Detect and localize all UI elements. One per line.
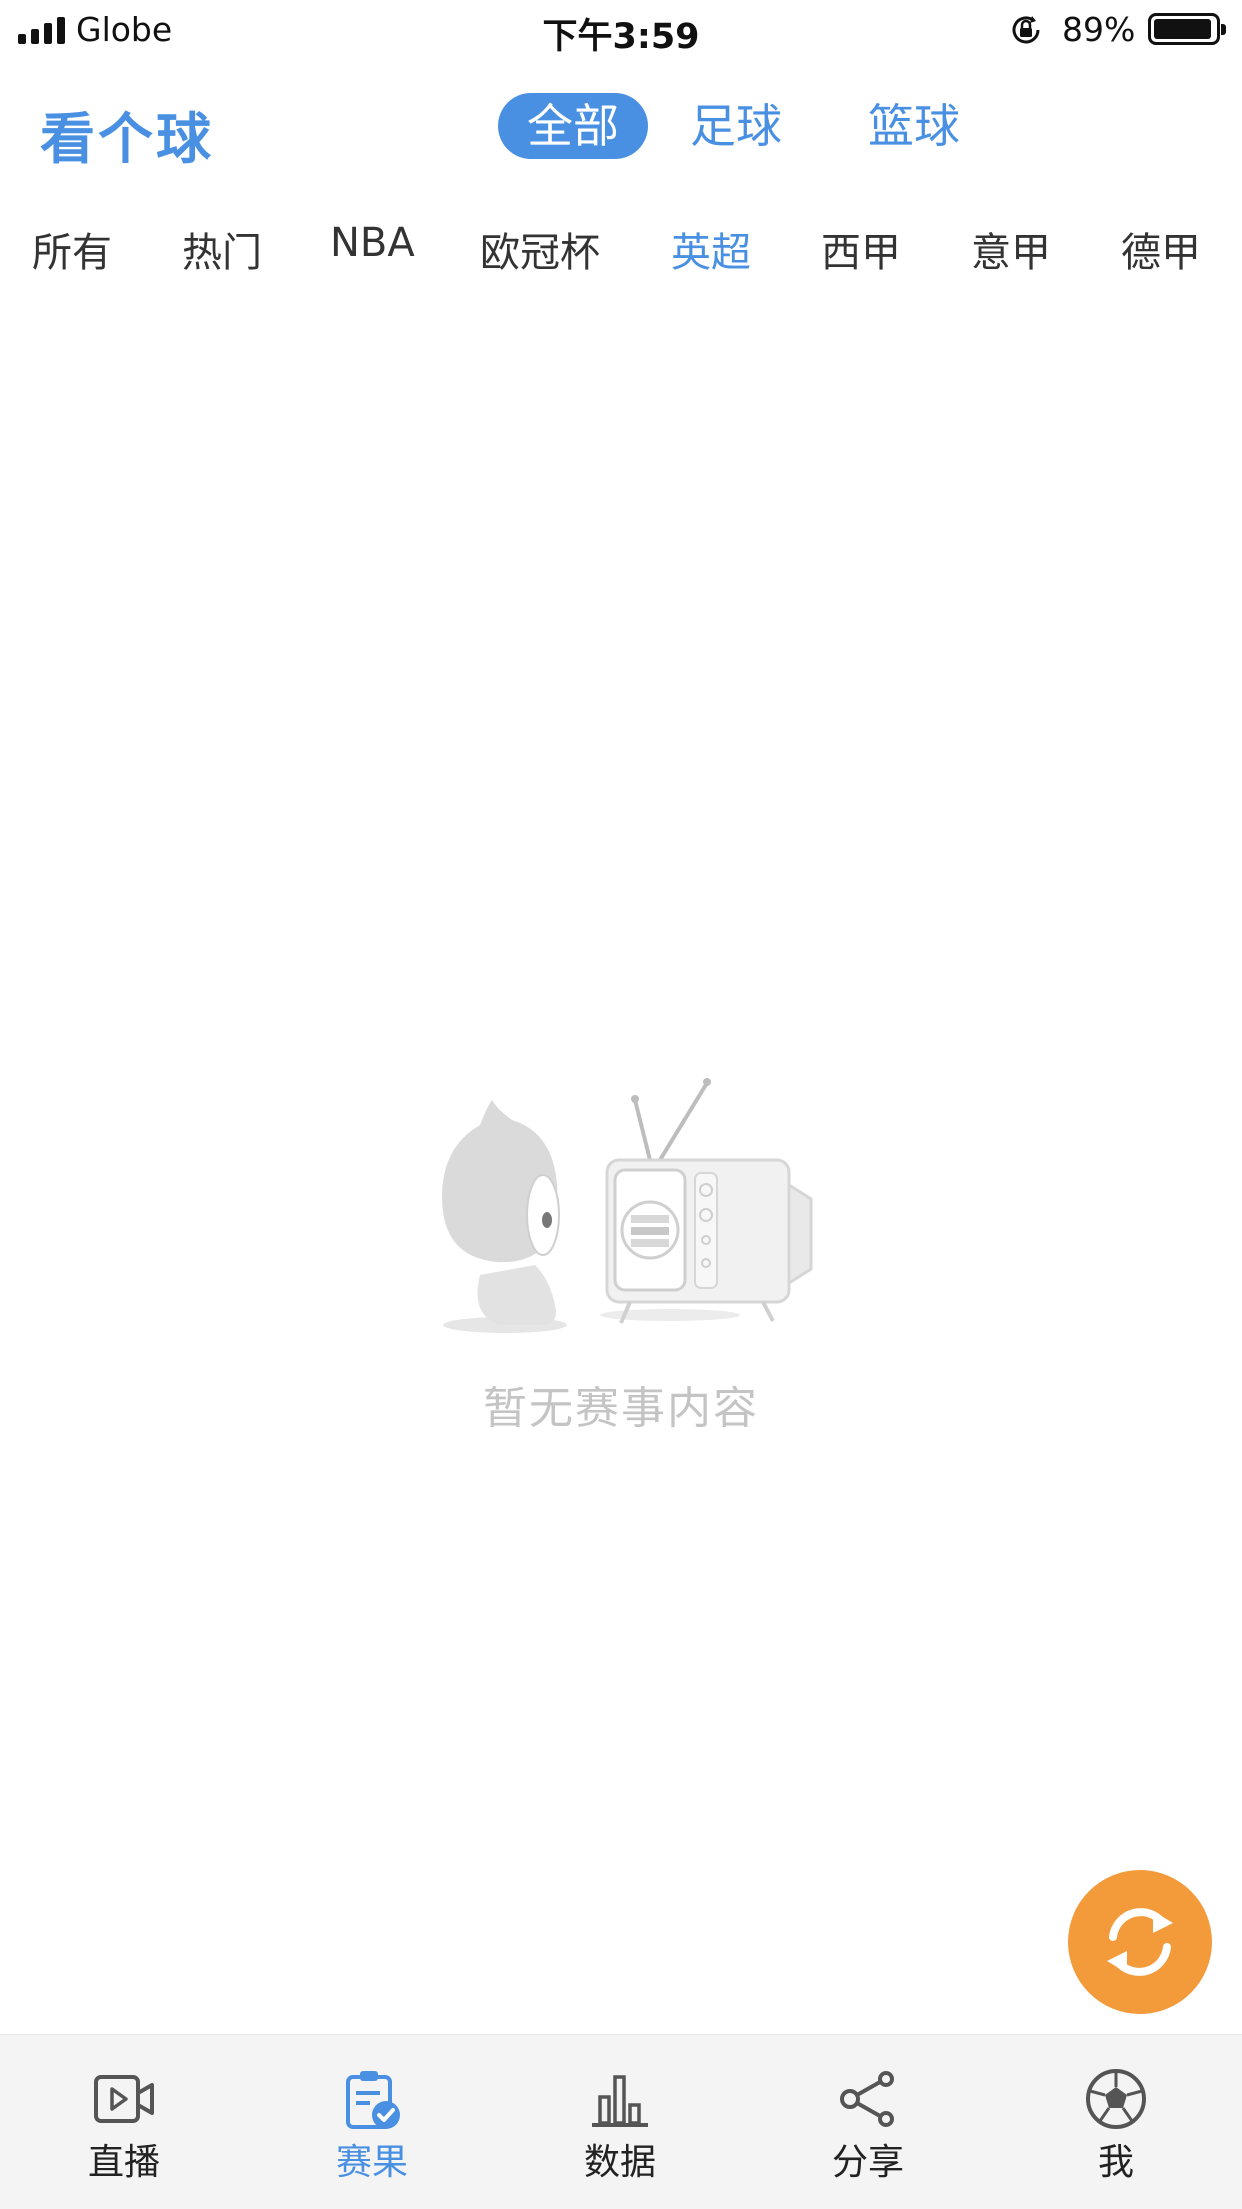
refresh-button[interactable] <box>1068 1870 1212 2014</box>
league-tabs: 所有 热门 NBA 欧冠杯 英超 西甲 意甲 德甲 <box>0 220 1242 280</box>
nav-label-results: 赛果 <box>335 2142 408 2183</box>
league-tab-hot[interactable]: 热门 <box>182 220 262 278</box>
league-tab-nba[interactable]: NBA <box>330 220 415 266</box>
battery-percentage: 89% <box>1062 10 1136 49</box>
league-tab-bundesliga[interactable]: 德甲 <box>1121 220 1201 278</box>
nav-label-me: 我 <box>1097 2142 1134 2183</box>
app-title: 看个球 <box>40 107 215 171</box>
nav-data[interactable]: 数据 <box>496 2035 744 2209</box>
nav-label-data: 数据 <box>583 2142 656 2183</box>
share-icon <box>840 2071 894 2127</box>
league-tab-ucl[interactable]: 欧冠杯 <box>480 220 600 278</box>
nav-results[interactable]: 赛果 <box>248 2035 496 2209</box>
soccer-ball-icon <box>1086 2069 1146 2129</box>
nav-label-share: 分享 <box>831 2142 904 2183</box>
status-bar: Globe 下午3:59 89% <box>0 0 1242 62</box>
nav-live[interactable]: 直播 <box>0 2035 248 2209</box>
empty-state-illustration <box>442 1078 813 1333</box>
league-tab-laliga[interactable]: 西甲 <box>821 220 901 278</box>
league-tab-seriea[interactable]: 意甲 <box>971 220 1051 278</box>
tab-football[interactable]: 足球 <box>676 93 796 159</box>
status-time: 下午3:59 <box>542 17 700 57</box>
tab-all[interactable]: 全部 <box>498 93 648 159</box>
refresh-icon <box>1107 1908 1173 1976</box>
league-tab-all[interactable]: 所有 <box>32 220 112 278</box>
nav-share[interactable]: 分享 <box>744 2035 992 2209</box>
rotation-lock-icon <box>1012 16 1040 44</box>
bottom-tab-bar: 直播 赛果 数据 分享 我 <box>0 2034 1242 2209</box>
empty-state-message: 暂无赛事内容 <box>483 1383 759 1434</box>
video-play-icon <box>94 2075 154 2123</box>
nav-label-live: 直播 <box>87 2142 160 2183</box>
league-tab-epl[interactable]: 英超 <box>671 220 751 278</box>
nav-me[interactable]: 我 <box>992 2035 1240 2209</box>
bar-chart-icon <box>592 2075 648 2127</box>
battery-icon <box>1148 13 1226 45</box>
tab-basketball[interactable]: 篮球 <box>854 93 974 159</box>
clipboard-check-icon <box>346 2071 400 2129</box>
